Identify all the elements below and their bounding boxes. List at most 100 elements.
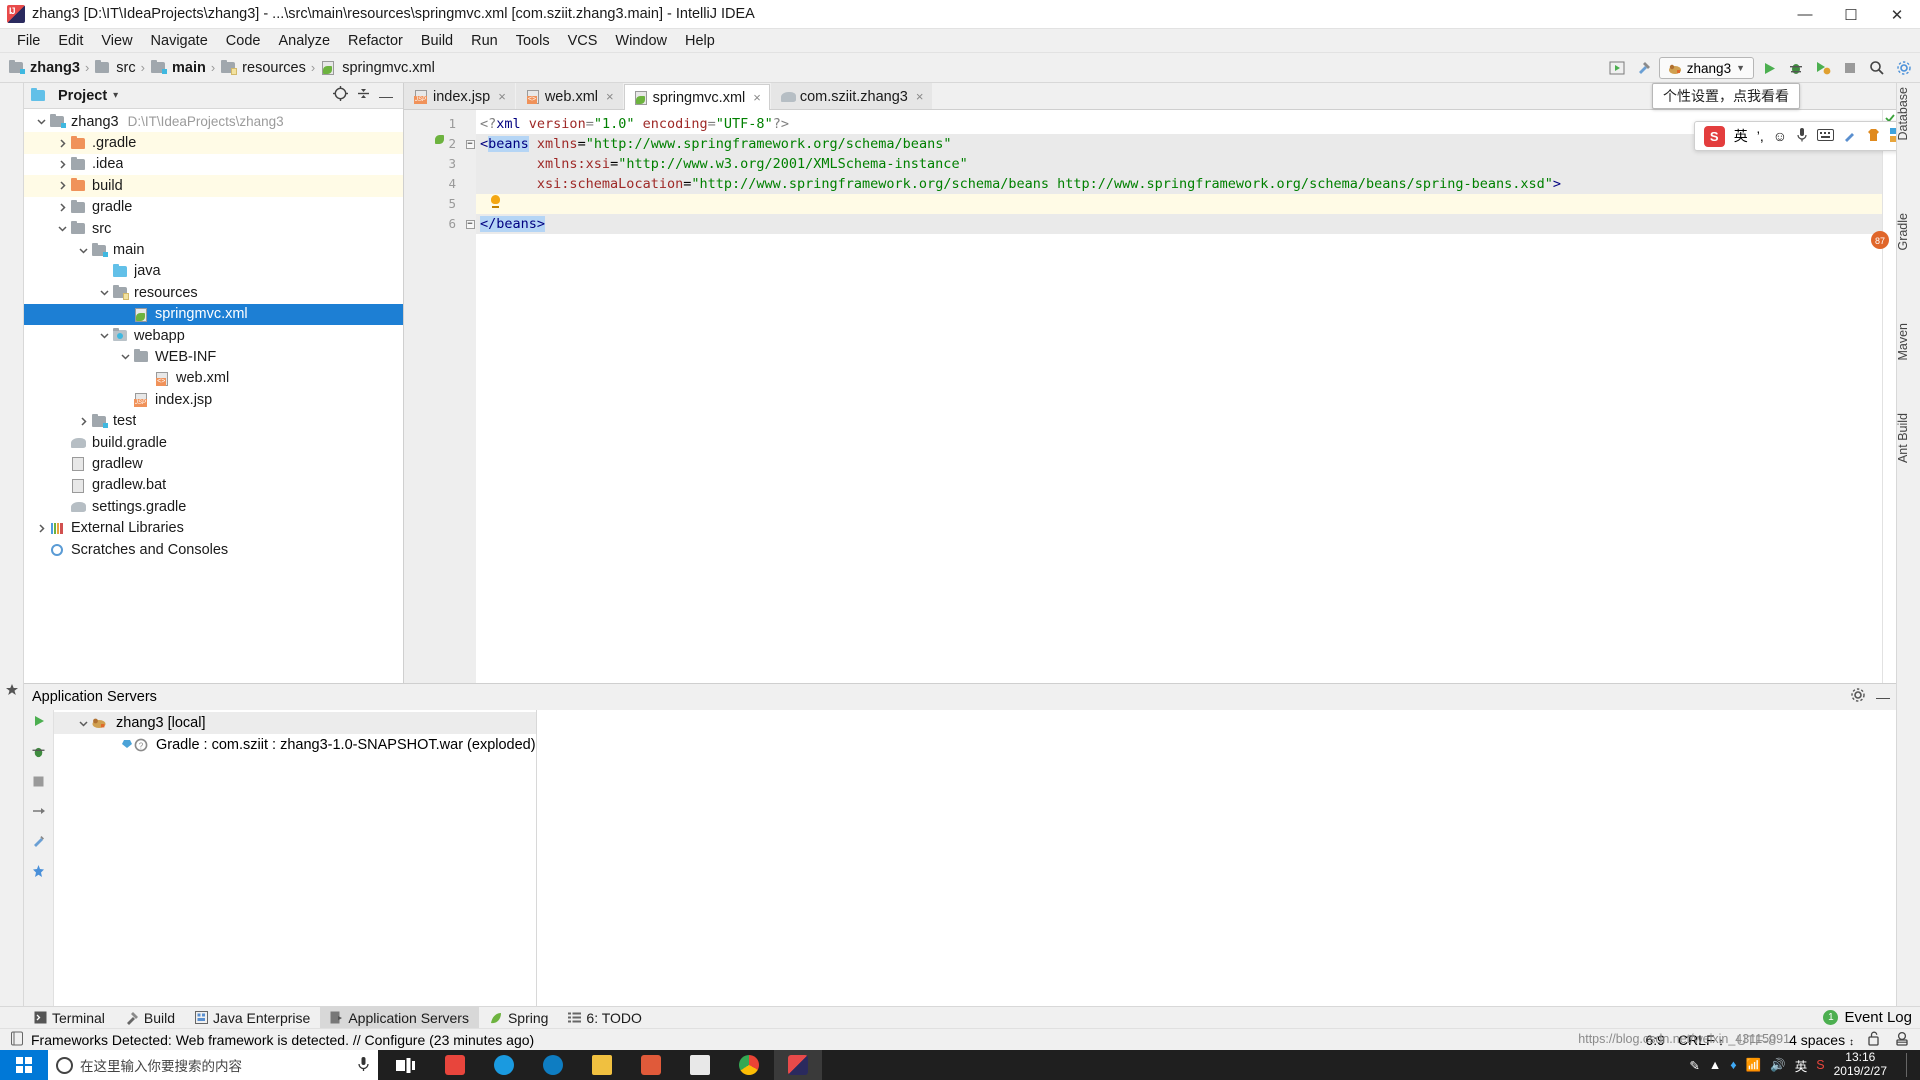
tree-node-src[interactable]: src [24,218,403,239]
debug-button[interactable] [1784,56,1808,80]
settings-gear-icon[interactable] [1892,56,1916,80]
tree-node-java[interactable]: java [24,261,403,282]
explorer-icon[interactable] [578,1050,626,1080]
ime-mode-label[interactable]: 英 [1734,126,1748,146]
tree-toggle-collapsed-icon[interactable] [55,181,70,190]
tree-node-web-xml[interactable]: web.xml [24,368,403,389]
sidebar-item-favorites[interactable]: 2: Favorites [0,543,7,608]
tool-window-tab-strip[interactable]: Terminal Build Java Enterprise Application … [0,1006,1920,1029]
stop-server-button[interactable] [32,775,45,792]
pen-icon[interactable]: ✎ [1689,1058,1699,1073]
deploy-button[interactable] [32,804,46,822]
tree-toggle-expanded-icon[interactable] [76,719,91,728]
ime-tray-label[interactable]: 英 [1795,1056,1808,1075]
maximize-button[interactable]: ☐ [1828,0,1874,29]
tool-window-tab-6-todo[interactable]: 6: TODO [558,1007,652,1029]
app-servers-settings-icon[interactable] [1850,687,1866,707]
fold-marker-beans-open[interactable]: − [464,134,476,154]
menu-help[interactable]: Help [676,31,724,51]
code-editor[interactable]: 1 2 3 4 5 6 − − <?xml version="1.0" enco… [404,110,1896,683]
menu-window[interactable]: Window [606,31,676,51]
tool-window-tab-terminal[interactable]: Terminal [24,1007,115,1029]
editor-tab-com-sziit-zhang3[interactable]: com.sziit.zhang3 × [770,83,933,109]
chrome-icon[interactable] [725,1050,773,1080]
sougou-icon[interactable] [431,1050,479,1080]
mail-icon[interactable] [676,1050,724,1080]
edge-icon[interactable] [529,1050,577,1080]
close-tab-icon[interactable]: × [606,89,614,104]
stop-button[interactable] [1838,56,1862,80]
menu-build[interactable]: Build [412,31,462,51]
tool-window-tab-application-servers[interactable]: Application Servers [320,1006,479,1029]
tree-toggle-collapsed-icon[interactable] [55,203,70,212]
close-tab-icon[interactable]: × [916,89,924,104]
tools-icon[interactable] [1843,128,1857,145]
tree-toggle-collapsed-icon[interactable] [34,524,49,533]
shield-icon[interactable]: ♦ [1730,1058,1736,1072]
close-tab-icon[interactable]: × [498,89,506,104]
breadcrumb-src[interactable]: src [94,60,136,76]
hide-panel-icon[interactable]: — [379,88,393,104]
tree-node-springmvc-xml[interactable]: springmvc.xml [24,303,403,325]
event-log-area[interactable]: 1 Event Log [1823,1009,1920,1026]
store-icon[interactable] [627,1050,675,1080]
tree-toggle-expanded-icon[interactable] [55,224,70,233]
server-tree-row[interactable]: zhang3 [local] [54,712,536,734]
menu-run[interactable]: Run [462,31,507,51]
sidebar-item-project[interactable]: 1: Project [0,87,7,140]
code-folding-gutter[interactable]: − − [464,110,476,683]
tree-node--gradle[interactable]: .gradle [24,132,403,154]
mic-icon[interactable] [1796,127,1808,145]
app-servers-hide-icon[interactable]: — [1876,689,1890,705]
tree-node-settings-gradle[interactable]: settings.gradle [24,496,403,517]
inspector-icon[interactable] [1894,1031,1910,1049]
task-view-icon[interactable] [382,1050,430,1080]
error-stripe-marker[interactable] [1882,110,1896,683]
sogou-tray-icon[interactable]: S [1816,1058,1824,1072]
fold-marker-beans-close[interactable]: − [464,214,476,234]
tree-toggle-collapsed-icon[interactable] [76,417,91,426]
emoji-icon[interactable]: ☺ [1773,128,1787,144]
tree-node-main[interactable]: main [24,239,403,260]
mic-icon[interactable] [357,1056,370,1075]
sogou-logo-icon[interactable]: S [1703,125,1725,147]
start-button[interactable] [0,1050,48,1080]
editor-tab-index-jsp[interactable]: index.jsp × [404,83,515,109]
tree-node-gradlew[interactable]: gradlew [24,453,403,474]
run-dashboard-icon[interactable] [1605,56,1629,80]
chevron-up-icon[interactable]: ▲ [1709,1058,1721,1072]
skin-icon[interactable] [1866,128,1881,145]
menu-navigate[interactable]: Navigate [142,31,217,51]
editor-tab-web-xml[interactable]: web.xml × [515,83,623,109]
ime-toolbar[interactable]: S 英 ’, ☺ [1693,121,1914,151]
sidebar-item-database[interactable]: Database [1896,87,1920,141]
tree-node-gradle[interactable]: gradle [24,197,403,218]
spring-bean-gutter-icon[interactable] [432,132,446,146]
event-log-label[interactable]: Event Log [1844,1009,1912,1026]
unlocked-icon[interactable] [1867,1031,1881,1049]
tree-node-build[interactable]: build [24,175,403,197]
comma-icon[interactable]: ’, [1757,128,1764,144]
tree-toggle-expanded-icon[interactable] [97,288,112,297]
personalization-popup[interactable]: 个性设置，点我看看 [1652,83,1800,109]
tree-toggle-expanded-icon[interactable] [76,246,91,255]
show-desktop-button[interactable] [1906,1053,1912,1077]
menu-code[interactable]: Code [217,31,270,51]
code-content[interactable]: <?xml version="1.0" encoding="UTF-8"?> <… [476,110,1896,683]
tree-toggle-expanded-icon[interactable] [118,352,133,361]
network-icon[interactable]: 📶 [1746,1058,1762,1073]
tool-window-tab-java-enterprise[interactable]: Java Enterprise [185,1007,320,1029]
close-button[interactable]: ✕ [1874,0,1920,29]
tree-node-scratches-and-consoles[interactable]: Scratches and Consoles [24,539,403,560]
chevron-down-icon[interactable]: ▾ [113,90,118,101]
rerun-button[interactable] [32,714,46,732]
server-tree-row[interactable]: ? Gradle : com.sziit : zhang3-1.0-SNAPSHO… [54,734,536,756]
tree-node-gradlew-bat[interactable]: gradlew.bat [24,475,403,496]
breadcrumb-zhang3[interactable]: zhang3 [8,60,80,76]
build-hammer-icon[interactable] [1632,56,1656,80]
close-tab-icon[interactable]: × [753,90,761,105]
search-everywhere-icon[interactable] [1865,56,1889,80]
settings-button[interactable] [31,864,46,883]
server-tree[interactable]: zhang3 [local]? Gradle : com.sziit : zhan… [54,710,537,1008]
tool-window-tab-spring[interactable]: Spring [479,1007,558,1029]
